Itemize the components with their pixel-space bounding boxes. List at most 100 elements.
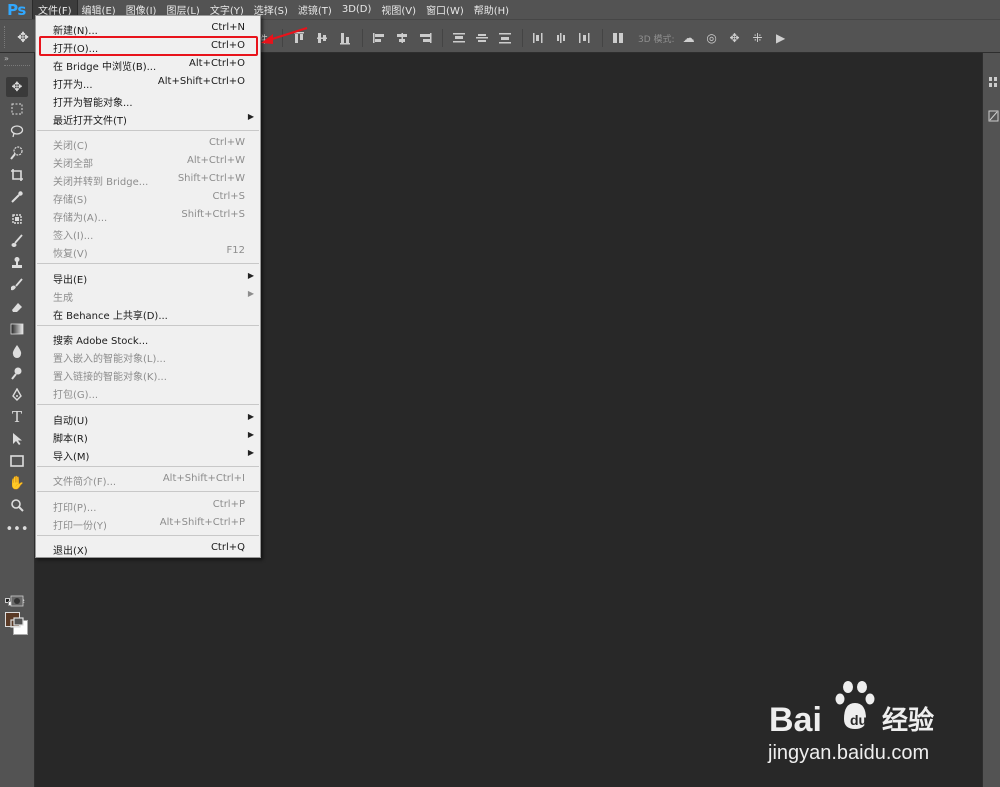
menu-item-save-as[interactable]: 存储为(A)... Shift+Ctrl+S <box>36 206 260 224</box>
menu-item-open-as-smart-object[interactable]: 打开为智能对象... <box>36 91 260 109</box>
3d-mode-label: 3D 模式: <box>638 34 675 45</box>
zoom-tool-icon[interactable] <box>6 495 28 515</box>
tools-panel: » ✥ T ✋ ••• ⇄ <box>0 53 35 787</box>
panel-toggle-icon[interactable] <box>987 75 999 89</box>
align-bottom-icon[interactable] <box>337 29 353 47</box>
distribute-vertical-center-icon[interactable] <box>474 29 490 47</box>
shortcut-label: Shift+Ctrl+S <box>181 209 245 220</box>
menu-item-generate[interactable]: 生成 ▶ <box>36 286 260 304</box>
quick-selection-tool-icon[interactable] <box>6 143 28 163</box>
menu-item-automate[interactable]: 自动(U) ▶ <box>36 409 260 427</box>
hand-tool-icon[interactable]: ✋ <box>6 473 28 493</box>
menu-item-label: 置入嵌入的智能对象(L)... <box>53 354 166 365</box>
menu-item-close-and-go-to-bridge[interactable]: 关闭并转到 Bridge... Shift+Ctrl+W <box>36 170 260 188</box>
tools-grip[interactable] <box>4 65 30 68</box>
submenu-arrow-icon: ▶ <box>247 430 254 439</box>
menu-item-revert[interactable]: 恢复(V) F12 <box>36 242 260 260</box>
brush-tool-icon[interactable] <box>6 231 28 251</box>
menu-item-place-embedded[interactable]: 置入嵌入的智能对象(L)... <box>36 347 260 365</box>
menu-view[interactable]: 视图(V) <box>376 0 421 19</box>
menu-item-close-all[interactable]: 关闭全部 Alt+Ctrl+W <box>36 152 260 170</box>
submenu-arrow-icon: ▶ <box>247 271 254 280</box>
menu-item-label: 关闭(C) <box>53 141 88 152</box>
align-horizontal-center-icon[interactable] <box>394 29 410 47</box>
3d-rotate-icon[interactable]: ☁ <box>681 29 697 47</box>
menu-item-label: 最近打开文件(T) <box>53 116 127 127</box>
menu-item-print-one-copy[interactable]: 打印一份(Y) Alt+Shift+Ctrl+P <box>36 514 260 532</box>
menu-item-import[interactable]: 导入(M) ▶ <box>36 445 260 463</box>
distribute-top-icon[interactable] <box>451 29 467 47</box>
menu-item-label: 打印一份(Y) <box>53 521 107 532</box>
blur-tool-icon[interactable] <box>6 341 28 361</box>
menu-item-label: 文件简介(F)... <box>53 477 117 488</box>
lasso-tool-icon[interactable] <box>6 121 28 141</box>
menu-item-label: 存储(S) <box>53 195 88 206</box>
menu-item-export[interactable]: 导出(E) ▶ <box>36 268 260 286</box>
divider <box>362 29 363 47</box>
align-left-icon[interactable] <box>371 29 387 47</box>
dodge-tool-icon[interactable] <box>6 363 28 383</box>
clone-stamp-tool-icon[interactable] <box>6 253 28 273</box>
menu-item-place-linked[interactable]: 置入链接的智能对象(K)... <box>36 365 260 383</box>
3d-roll-icon[interactable]: ◎ <box>704 29 720 47</box>
menu-3d[interactable]: 3D(D) <box>337 0 377 19</box>
menu-item-print[interactable]: 打印(P)... Ctrl+P <box>36 496 260 514</box>
menu-item-exit[interactable]: 退出(X) Ctrl+Q <box>36 539 260 557</box>
path-selection-tool-icon[interactable] <box>6 429 28 449</box>
menu-item-new[interactable]: 新建(N)... Ctrl+N <box>36 19 260 37</box>
move-tool-preset-icon[interactable]: ✥ <box>14 29 32 47</box>
healing-brush-tool-icon[interactable] <box>6 209 28 229</box>
distribute-right-icon[interactable] <box>577 29 593 47</box>
menu-separator <box>37 491 259 492</box>
menu-item-check-in[interactable]: 签入(I)... <box>36 224 260 242</box>
menu-item-search-adobe-stock[interactable]: 搜索 Adobe Stock... <box>36 329 260 347</box>
menu-window[interactable]: 窗口(W) <box>421 0 469 19</box>
menu-item-browse-in-bridge[interactable]: 在 Bridge 中浏览(B)... Alt+Ctrl+O <box>36 55 260 73</box>
menu-item-file-info[interactable]: 文件简介(F)... Alt+Shift+Ctrl+I <box>36 470 260 488</box>
menu-item-share-on-behance[interactable]: 在 Behance 上共享(D)... <box>36 304 260 322</box>
quick-mask-icon[interactable] <box>6 591 28 611</box>
menu-separator <box>37 404 259 405</box>
shortcut-label: Alt+Shift+Ctrl+I <box>162 473 245 484</box>
pen-tool-icon[interactable] <box>6 385 28 405</box>
svg-text:du: du <box>850 712 867 728</box>
align-vertical-center-icon[interactable] <box>314 29 330 47</box>
eyedropper-tool-icon[interactable] <box>6 187 28 207</box>
distribute-left-icon[interactable] <box>531 29 547 47</box>
right-panel-strip <box>982 53 1000 787</box>
submenu-arrow-icon: ▶ <box>247 448 254 457</box>
3d-drag-icon[interactable]: ✥ <box>727 29 743 47</box>
menu-item-close[interactable]: 关闭(C) Ctrl+W <box>36 134 260 152</box>
distribute-bottom-icon[interactable] <box>497 29 513 47</box>
distribute-horizontal-center-icon[interactable] <box>554 29 570 47</box>
menu-item-label: 在 Bridge 中浏览(B)... <box>53 62 157 73</box>
menu-item-label: 打开为智能对象... <box>53 98 133 109</box>
shortcut-label: Ctrl+W <box>208 137 245 148</box>
eraser-tool-icon[interactable] <box>6 297 28 317</box>
auto-align-layers-icon[interactable] <box>611 29 627 47</box>
more-tools-icon[interactable]: ••• <box>6 519 29 539</box>
menu-item-save[interactable]: 存储(S) Ctrl+S <box>36 188 260 206</box>
marquee-tool-icon[interactable] <box>6 99 28 119</box>
menu-separator <box>37 130 259 131</box>
properties-panel-icon[interactable] <box>987 109 999 123</box>
menu-help[interactable]: 帮助(H) <box>469 0 514 19</box>
history-brush-tool-icon[interactable] <box>6 275 28 295</box>
gradient-tool-icon[interactable] <box>6 319 28 339</box>
menu-item-open-recent[interactable]: 最近打开文件(T) ▶ <box>36 109 260 127</box>
tools-collapse-icon[interactable]: » <box>0 53 34 64</box>
screen-mode-icon[interactable] <box>6 613 28 633</box>
menu-item-scripts[interactable]: 脚本(R) ▶ <box>36 427 260 445</box>
menu-filter[interactable]: 滤镜(T) <box>293 0 337 19</box>
divider <box>602 29 603 47</box>
menu-item-package[interactable]: 打包(G)... <box>36 383 260 401</box>
3d-slide-icon[interactable]: ⁜ <box>750 29 766 47</box>
rectangle-tool-icon[interactable] <box>6 451 28 471</box>
crop-tool-icon[interactable] <box>6 165 28 185</box>
type-tool-icon[interactable]: T <box>6 407 28 427</box>
align-right-icon[interactable] <box>417 29 433 47</box>
options-bar-grip[interactable] <box>4 26 8 48</box>
move-tool-icon[interactable]: ✥ <box>6 77 28 97</box>
menu-item-open-as[interactable]: 打开为... Alt+Shift+Ctrl+O <box>36 73 260 91</box>
3d-camera-icon[interactable]: ▶ <box>773 29 789 47</box>
